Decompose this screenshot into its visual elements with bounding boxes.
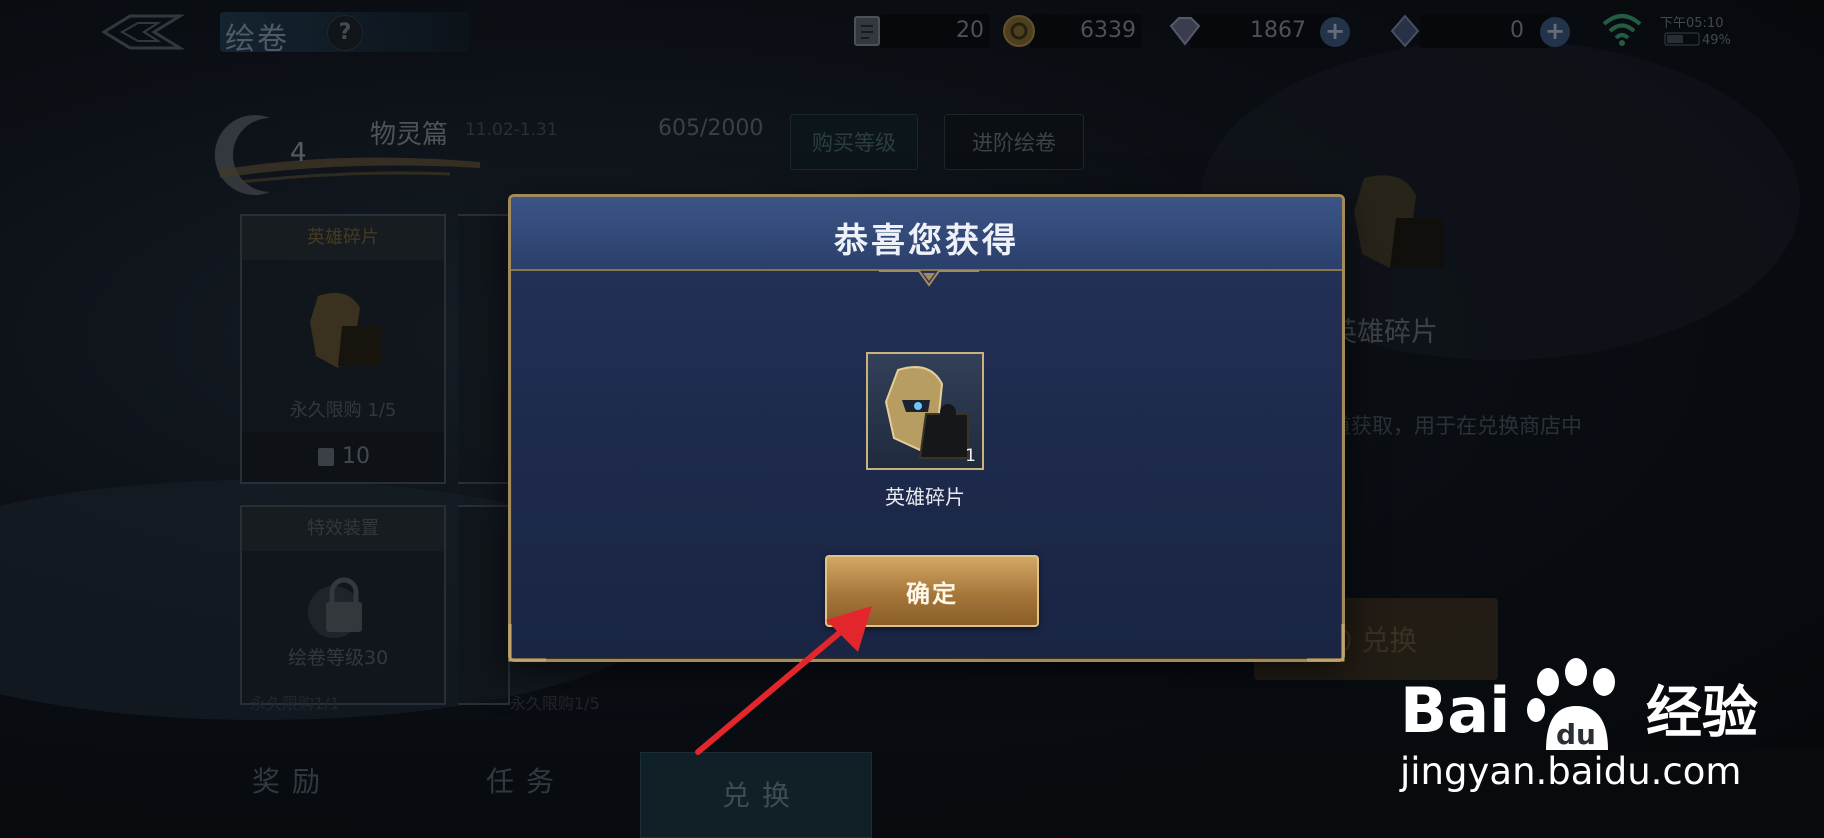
dialog-corner	[508, 624, 546, 662]
game-screen: 绘卷 ? 20 6339 1867 + 0 + 下午05:10 49% 4 物灵…	[0, 0, 1824, 838]
reward-dialog: 恭喜您获得 1 英雄碎片 确定	[508, 194, 1345, 662]
watermark-du: du	[1556, 718, 1596, 751]
dialog-header: 恭喜您获得	[511, 197, 1342, 271]
reward-item-name: 英雄碎片	[885, 485, 965, 509]
paw-icon: du	[1527, 658, 1615, 751]
item-count: 1	[965, 446, 976, 466]
watermark-brand: Bai	[1400, 674, 1510, 747]
watermark-jingyan: 经验	[1646, 681, 1758, 746]
reward-item-slot: 1	[866, 352, 984, 470]
watermark-url: jingyan.baidu.com	[1400, 750, 1742, 793]
dialog-title: 恭喜您获得	[834, 221, 1019, 261]
baidu-watermark-logo: Bai du 经验	[1400, 658, 1758, 751]
dialog-ornament	[879, 270, 979, 287]
dialog-corner	[1307, 624, 1345, 662]
red-arrow-annotation	[695, 606, 872, 755]
